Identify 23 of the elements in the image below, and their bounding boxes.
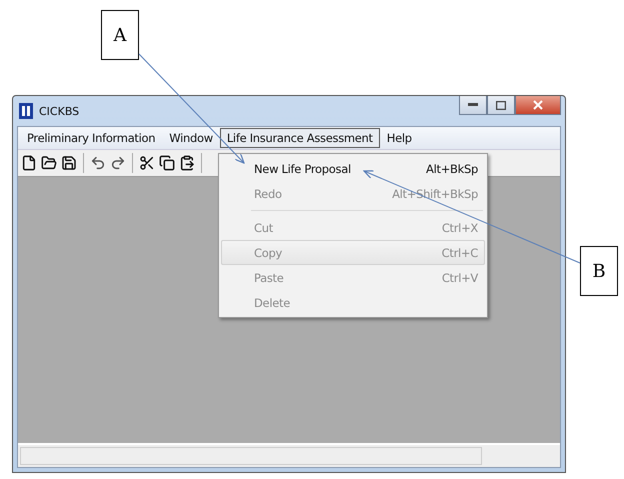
window-title: CICKBS [39, 104, 80, 118]
menu-item[interactable]: Life Insurance Assessment [220, 128, 380, 148]
folder-icon[interactable] [41, 155, 57, 171]
copy-icon[interactable] [159, 155, 175, 171]
close-icon [533, 100, 543, 110]
minimize-button[interactable] [459, 96, 487, 115]
maximize-icon [496, 100, 506, 110]
maximize-button[interactable] [487, 96, 515, 115]
paste-icon[interactable] [179, 155, 195, 171]
new-file-icon[interactable] [21, 155, 37, 171]
menu-item[interactable]: Preliminary Information [20, 128, 162, 148]
callout-label: A [101, 10, 139, 60]
undo-icon[interactable] [90, 155, 106, 171]
scissors-icon[interactable] [139, 155, 155, 171]
redo-icon[interactable] [110, 155, 126, 171]
menu-item[interactable]: Window [162, 128, 220, 148]
close-button[interactable] [515, 96, 561, 115]
minimize-icon [468, 103, 478, 107]
menu-item[interactable]: Help [380, 128, 419, 148]
menu-option[interactable]: New Life Proposal Alt+BkSp [221, 156, 485, 181]
app-logo-icon [19, 103, 33, 119]
callout-label: B [580, 246, 618, 296]
save-icon[interactable] [61, 155, 77, 171]
